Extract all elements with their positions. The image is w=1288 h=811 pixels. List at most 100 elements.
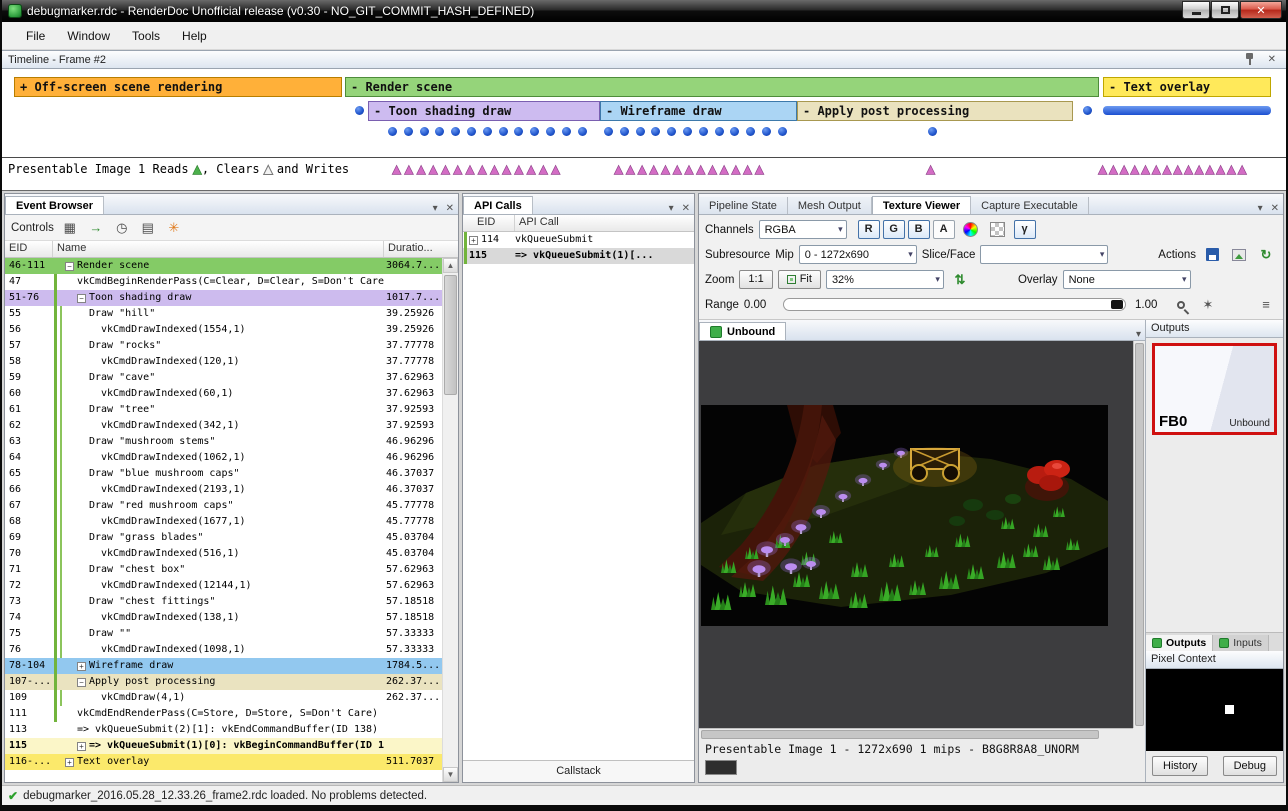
- chevron-down-icon[interactable]: ▾: [1132, 329, 1145, 340]
- event-row[interactable]: 109vkCmdDraw(4,1)262.37...: [5, 690, 442, 706]
- event-row[interactable]: 47vkCmdBeginRenderPass(C=Clear, D=Clear,…: [5, 274, 442, 290]
- column-eid[interactable]: EID: [463, 215, 515, 231]
- timeline-block[interactable]: - Wireframe draw: [600, 101, 797, 121]
- close-panel-icon[interactable]: ✕: [1267, 203, 1283, 214]
- bookmark-icon[interactable]: ✳: [164, 220, 184, 236]
- expander-icon[interactable]: −: [77, 678, 86, 687]
- expander-icon[interactable]: −: [77, 294, 86, 303]
- event-row[interactable]: 57Draw "rocks"37.77778: [5, 338, 442, 354]
- scrollbar-thumb[interactable]: [1135, 343, 1144, 726]
- close-panel-icon[interactable]: ✕: [678, 203, 694, 214]
- chevron-down-icon[interactable]: ▾: [1254, 203, 1267, 214]
- event-row[interactable]: 70vkCmdDrawIndexed(516,1)45.03704: [5, 546, 442, 562]
- api-call-row[interactable]: +114vkQueueSubmit: [463, 232, 694, 248]
- range-max-value[interactable]: 1.00: [1135, 299, 1165, 311]
- timeline-block[interactable]: - Text overlay: [1103, 77, 1271, 97]
- pin-icon[interactable]: [1245, 53, 1254, 66]
- close-button[interactable]: ✕: [1240, 1, 1282, 19]
- debug-button[interactable]: Debug: [1223, 756, 1277, 776]
- menu-tools[interactable]: Tools: [122, 25, 170, 47]
- menu-help[interactable]: Help: [172, 25, 217, 47]
- range-min-value[interactable]: 0.00: [744, 299, 774, 311]
- api-call-row[interactable]: 115=> vkQueueSubmit(1)[...: [463, 248, 694, 264]
- range-options-icon[interactable]: ≡: [1255, 295, 1277, 314]
- column-api-call[interactable]: API Call: [515, 215, 694, 231]
- timeline-block[interactable]: - Render scene: [345, 77, 1099, 97]
- event-row[interactable]: 115+=> vkQueueSubmit(1)[0]: vkBeginComma…: [5, 738, 442, 754]
- chevron-down-icon[interactable]: ▾: [665, 203, 678, 214]
- expander-icon[interactable]: +: [65, 758, 74, 767]
- event-row[interactable]: 60vkCmdDrawIndexed(60,1)37.62963: [5, 386, 442, 402]
- horizontal-scrollbar[interactable]: [699, 728, 1133, 740]
- event-row[interactable]: 78-104+Wireframe draw1784.5...: [5, 658, 442, 674]
- scrollbar-thumb[interactable]: [444, 275, 457, 395]
- tab-mesh-output[interactable]: Mesh Output: [788, 197, 872, 214]
- column-duration[interactable]: Duratio...: [384, 241, 458, 257]
- zoom-1to1-button[interactable]: 1:1: [739, 270, 772, 289]
- tab-pipeline-state[interactable]: Pipeline State: [699, 197, 788, 214]
- scroll-up-icon[interactable]: ▲: [443, 258, 458, 273]
- time-durations-icon[interactable]: ◷: [112, 220, 132, 236]
- event-row[interactable]: 64vkCmdDrawIndexed(1062,1)46.96296: [5, 450, 442, 466]
- event-row[interactable]: 69Draw "grass blades"45.03704: [5, 530, 442, 546]
- fit-button[interactable]: Fit: [778, 270, 821, 289]
- texture-tab-unbound[interactable]: Unbound: [699, 322, 786, 340]
- event-row[interactable]: 116-...+Text overlay511.7037: [5, 754, 442, 770]
- timeline-close-icon[interactable]: ✕: [1264, 54, 1280, 65]
- event-row[interactable]: 56vkCmdDrawIndexed(1554,1)39.25926: [5, 322, 442, 338]
- channel-r-button[interactable]: R: [858, 220, 880, 239]
- texture-image[interactable]: [701, 405, 1108, 626]
- minimize-button[interactable]: [1182, 1, 1210, 19]
- channels-select[interactable]: RGBA▾: [759, 220, 847, 239]
- fb0-thumbnail[interactable]: FB0 Unbound: [1152, 343, 1277, 435]
- find-icon[interactable]: ▦: [60, 220, 80, 236]
- scroll-down-icon[interactable]: ▼: [443, 767, 458, 782]
- event-row[interactable]: 75Draw ""57.33333: [5, 626, 442, 642]
- expander-icon[interactable]: +: [469, 236, 478, 245]
- pixel-context-view[interactable]: [1146, 669, 1283, 751]
- channel-a-button[interactable]: A: [933, 220, 955, 239]
- event-row[interactable]: 76vkCmdDrawIndexed(1098,1)57.33333: [5, 642, 442, 658]
- statistics-icon[interactable]: ▤: [138, 220, 158, 236]
- event-row[interactable]: 74vkCmdDrawIndexed(138,1)57.18518: [5, 610, 442, 626]
- event-row[interactable]: 59Draw "cave"37.62963: [5, 370, 442, 386]
- menu-window[interactable]: Window: [57, 25, 120, 47]
- tab-texture-viewer[interactable]: Texture Viewer: [872, 196, 971, 214]
- tab-capture-executable[interactable]: Capture Executable: [971, 197, 1089, 214]
- event-row[interactable]: 71Draw "chest box"57.62963: [5, 562, 442, 578]
- event-row[interactable]: 68vkCmdDrawIndexed(1677,1)45.77778: [5, 514, 442, 530]
- event-row[interactable]: 67Draw "red mushroom caps"45.77778: [5, 498, 442, 514]
- timeline-block[interactable]: - Apply post processing: [797, 101, 1073, 121]
- expander-icon[interactable]: +: [77, 742, 86, 751]
- event-row[interactable]: 58vkCmdDrawIndexed(120,1)37.77778: [5, 354, 442, 370]
- channel-b-button[interactable]: B: [908, 220, 930, 239]
- mip-select[interactable]: 0 - 1272x690▾: [799, 245, 917, 264]
- event-row[interactable]: 113=> vkQueueSubmit(2)[1]: vkEndCommandB…: [5, 722, 442, 738]
- tab-outputs[interactable]: Outputs: [1146, 635, 1213, 651]
- callstack-label[interactable]: Callstack: [463, 760, 694, 782]
- range-slider[interactable]: [783, 298, 1126, 311]
- chevron-down-icon[interactable]: ▾: [429, 203, 442, 214]
- channel-g-button[interactable]: G: [883, 220, 905, 239]
- column-name[interactable]: Name: [53, 241, 384, 257]
- overlay-select[interactable]: None▾: [1063, 270, 1191, 289]
- event-row[interactable]: 61Draw "tree"37.92593: [5, 402, 442, 418]
- goto-eid-icon[interactable]: →: [86, 220, 106, 235]
- save-texture-icon[interactable]: [1201, 245, 1223, 264]
- zoom-select[interactable]: 32%▾: [826, 270, 944, 289]
- event-row[interactable]: 66vkCmdDrawIndexed(2193,1)46.37037: [5, 482, 442, 498]
- maximize-button[interactable]: [1211, 1, 1239, 19]
- tab-api-calls[interactable]: API Calls: [463, 196, 533, 214]
- event-row[interactable]: 55Draw "hill"39.25926: [5, 306, 442, 322]
- close-panel-icon[interactable]: ✕: [442, 203, 458, 214]
- checkerboard-icon[interactable]: [987, 220, 1009, 239]
- tab-inputs[interactable]: Inputs: [1213, 635, 1269, 651]
- color-wheel-icon[interactable]: [960, 220, 982, 239]
- menu-file[interactable]: File: [16, 25, 55, 47]
- tab-event-browser[interactable]: Event Browser: [5, 196, 104, 214]
- event-row[interactable]: 62vkCmdDrawIndexed(342,1)37.92593: [5, 418, 442, 434]
- scrollbar-thumb[interactable]: [701, 730, 1099, 739]
- event-row[interactable]: 63Draw "mushroom stems"46.96296: [5, 434, 442, 450]
- event-row[interactable]: 111vkCmdEndRenderPass(C=Store, D=Store, …: [5, 706, 442, 722]
- history-button[interactable]: History: [1152, 756, 1208, 776]
